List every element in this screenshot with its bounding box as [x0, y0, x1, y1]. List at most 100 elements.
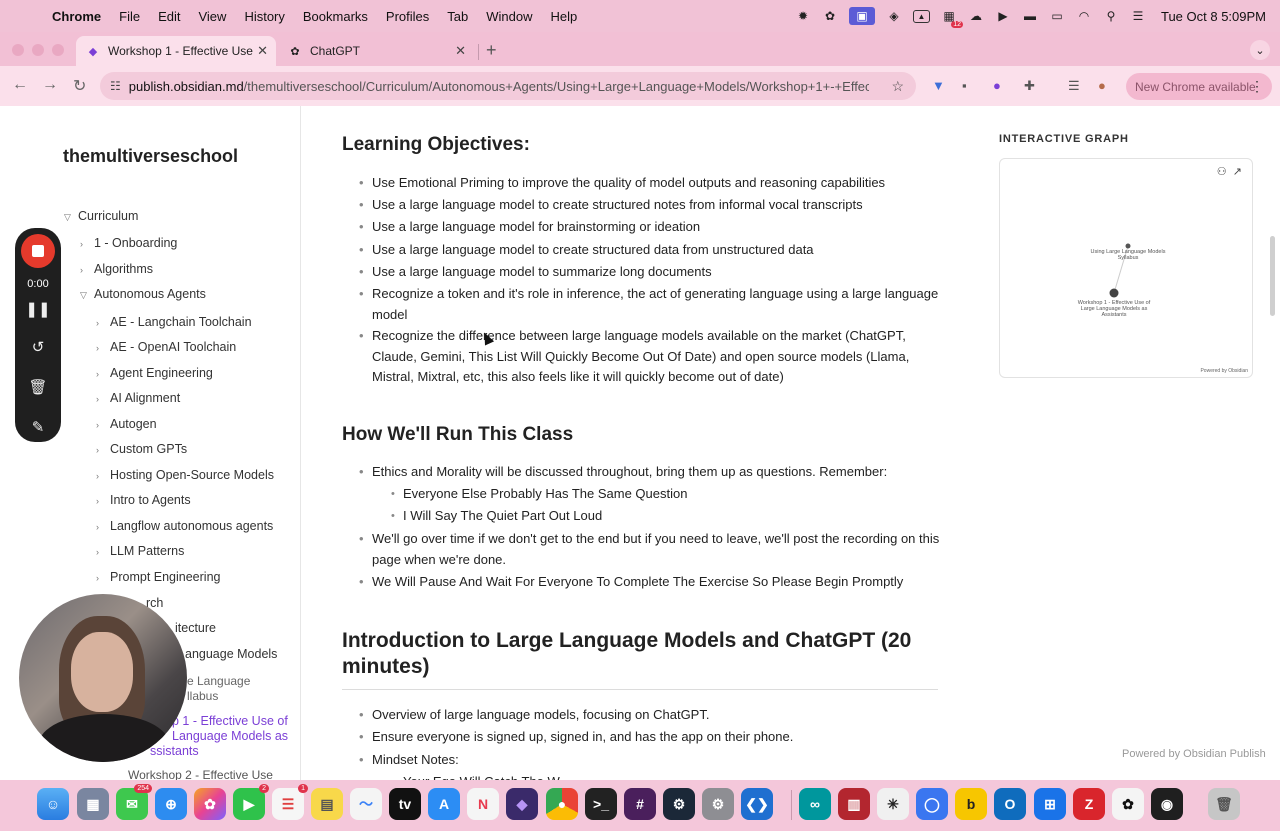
chatgpt-status-icon[interactable]: ✿	[822, 9, 838, 23]
profile-avatar-icon[interactable]: ●	[1098, 78, 1106, 93]
webcam-overlay[interactable]	[19, 594, 187, 762]
menu-profiles[interactable]: Profiles	[386, 9, 429, 24]
new-tab-icon[interactable]: +	[486, 40, 497, 61]
site-title[interactable]: themultiverseschool	[63, 146, 238, 167]
window-close-icon[interactable]	[12, 44, 24, 56]
chrome-icon[interactable]: ●	[546, 788, 578, 820]
tree-item-workshop-1[interactable]: p 1 - Effective Use of	[172, 714, 288, 728]
window-zoom-icon[interactable]	[52, 44, 64, 56]
menu-file[interactable]: File	[119, 9, 140, 24]
cloud-icon[interactable]: ☁	[968, 9, 984, 23]
tab-close-icon[interactable]: ✕	[455, 43, 466, 59]
chrome-update-button[interactable]: New Chrome available ⋮	[1126, 73, 1272, 100]
tree-item-workshop-2[interactable]: Workshop 2 - Effective Use	[128, 768, 273, 780]
books-icon[interactable]: ▥	[838, 788, 870, 820]
facetime-icon[interactable]: ▶ 2	[233, 784, 269, 820]
menu-edit[interactable]: Edit	[158, 9, 180, 24]
tree-item-autogen[interactable]: › Autogen	[96, 417, 157, 431]
site-settings-icon[interactable]: ☷	[110, 79, 121, 93]
menu-bookmarks[interactable]: Bookmarks	[303, 9, 368, 24]
chevron-right-icon[interactable]: ›	[96, 522, 110, 532]
obs-icon[interactable]: ◉	[1151, 788, 1183, 820]
battery-icon[interactable]: ▭	[1049, 9, 1065, 23]
play-icon[interactable]: ▶	[995, 9, 1011, 23]
graph-node-workshop[interactable]	[1109, 288, 1119, 298]
restart-icon[interactable]: ↺	[15, 338, 61, 356]
arduino-icon[interactable]: ∞	[799, 788, 831, 820]
menu-window[interactable]: Window	[486, 9, 532, 24]
safari-icon[interactable]: ⊕	[155, 788, 187, 820]
graph-node-syllabus[interactable]	[1125, 243, 1131, 249]
chevron-down-icon[interactable]: ▽	[64, 212, 78, 223]
chevron-right-icon[interactable]: ›	[80, 239, 94, 249]
tree-item-prompt-engineering[interactable]: › Prompt Engineering	[96, 570, 220, 584]
messages-icon[interactable]: ✉ 254	[116, 784, 152, 820]
freeform-icon[interactable]: 〜	[350, 788, 382, 820]
tree-item-syllabus-2[interactable]: llabus	[187, 689, 218, 703]
app-store-icon[interactable]: A	[428, 788, 460, 820]
notes-icon[interactable]: ▤	[311, 788, 343, 820]
control-center-icon[interactable]: ☰	[1130, 9, 1146, 23]
vpn-extension-icon[interactable]: ▼	[932, 78, 945, 93]
address-bar[interactable]: ☷ publish.obsidian.md/themultiverseschoo…	[100, 72, 916, 100]
chevron-right-icon[interactable]: ›	[80, 265, 94, 275]
tree-item-autonomous-agents[interactable]: ▽ Autonomous Agents	[80, 287, 206, 301]
tree-item-onboarding[interactable]: › 1 - Onboarding	[80, 236, 177, 250]
screen-record-icon[interactable]: ▣	[848, 7, 875, 25]
activity-icon[interactable]: ◈	[886, 9, 902, 23]
photos-icon[interactable]: ✿	[194, 788, 226, 820]
stop-recording-button[interactable]	[21, 234, 55, 268]
menu-app-name[interactable]: Chrome	[52, 9, 101, 24]
system-settings-icon[interactable]: ⚙	[702, 788, 734, 820]
chevron-right-icon[interactable]: ›	[96, 445, 110, 455]
wifi-icon[interactable]: ◠	[1076, 9, 1092, 23]
trash-icon[interactable]: 🗑	[1208, 788, 1240, 820]
menu-view[interactable]: View	[198, 9, 226, 24]
trash-icon[interactable]: 🗑	[15, 378, 61, 396]
chevron-right-icon[interactable]: ›	[96, 573, 110, 583]
chevron-right-icon[interactable]: ›	[96, 420, 110, 430]
forward-arrow-icon[interactable]: →	[42, 76, 58, 94]
menubar-clock[interactable]: Tue Oct 8 5:09PM	[1161, 9, 1266, 24]
bookmark-star-icon[interactable]: ☆	[891, 78, 904, 95]
tree-item-llm-patterns[interactable]: › LLM Patterns	[96, 544, 184, 558]
page-scrollbar[interactable]	[1270, 236, 1275, 316]
apple-tv-icon[interactable]: tv	[389, 788, 421, 820]
tree-item-langchain[interactable]: › AE - Langchain Toolchain	[96, 315, 252, 329]
outlook-icon[interactable]: O	[994, 788, 1026, 820]
chevron-right-icon[interactable]: ›	[96, 369, 110, 379]
steam-icon[interactable]: ⚙	[663, 788, 695, 820]
launchpad-icon[interactable]: ▦	[77, 788, 109, 820]
window-minimize-icon[interactable]	[32, 44, 44, 56]
tab-close-icon[interactable]: ✕	[257, 43, 268, 59]
tree-item-workshop-1-cont[interactable]: Language Models as	[172, 729, 288, 743]
tree-item-ai-alignment[interactable]: › AI Alignment	[96, 391, 180, 405]
tree-item-custom-gpts[interactable]: › Custom GPTs	[96, 442, 187, 456]
image-capture-icon[interactable]: ▲	[912, 9, 930, 23]
spotlight-search-icon[interactable]: ⚲	[1103, 9, 1119, 23]
tree-item-agent-engineering[interactable]: › Agent Engineering	[96, 366, 213, 380]
menu-tab[interactable]: Tab	[447, 9, 468, 24]
more-menu-icon[interactable]: ⋮	[1250, 78, 1264, 95]
tab-chatgpt[interactable]: ✿ ChatGPT ✕	[278, 36, 474, 66]
windows-app-icon[interactable]: ⊞	[1034, 788, 1066, 820]
pause-icon[interactable]: ❚❚	[15, 300, 61, 318]
slack-icon[interactable]: #	[624, 788, 656, 820]
tree-item-hosting[interactable]: › Hosting Open-Source Models	[96, 468, 274, 482]
tab-workshop[interactable]: ◆ Workshop 1 - Effective Use of ✕	[76, 36, 276, 66]
chevron-right-icon[interactable]: ›	[96, 343, 110, 353]
signal-icon[interactable]: ◯	[916, 788, 948, 820]
news-icon[interactable]: N	[467, 788, 499, 820]
sun-icon[interactable]: ✹	[795, 9, 811, 23]
tree-item-curriculum[interactable]: ▽ Curriculum	[64, 209, 138, 223]
vscode-icon[interactable]: ❮❯	[741, 788, 773, 820]
dashlane-extension-icon[interactable]: ▪	[962, 78, 967, 93]
extension-icon[interactable]: ●	[993, 78, 1001, 93]
back-arrow-icon[interactable]: ←	[12, 76, 28, 94]
bumble-icon[interactable]: b	[955, 788, 987, 820]
perplexity-icon[interactable]: ✳	[877, 788, 909, 820]
reload-icon[interactable]: ↻	[73, 76, 86, 96]
finder-icon[interactable]: ☺	[37, 788, 69, 820]
tree-item-algorithms[interactable]: › Algorithms	[80, 262, 153, 276]
menu-history[interactable]: History	[244, 9, 284, 24]
